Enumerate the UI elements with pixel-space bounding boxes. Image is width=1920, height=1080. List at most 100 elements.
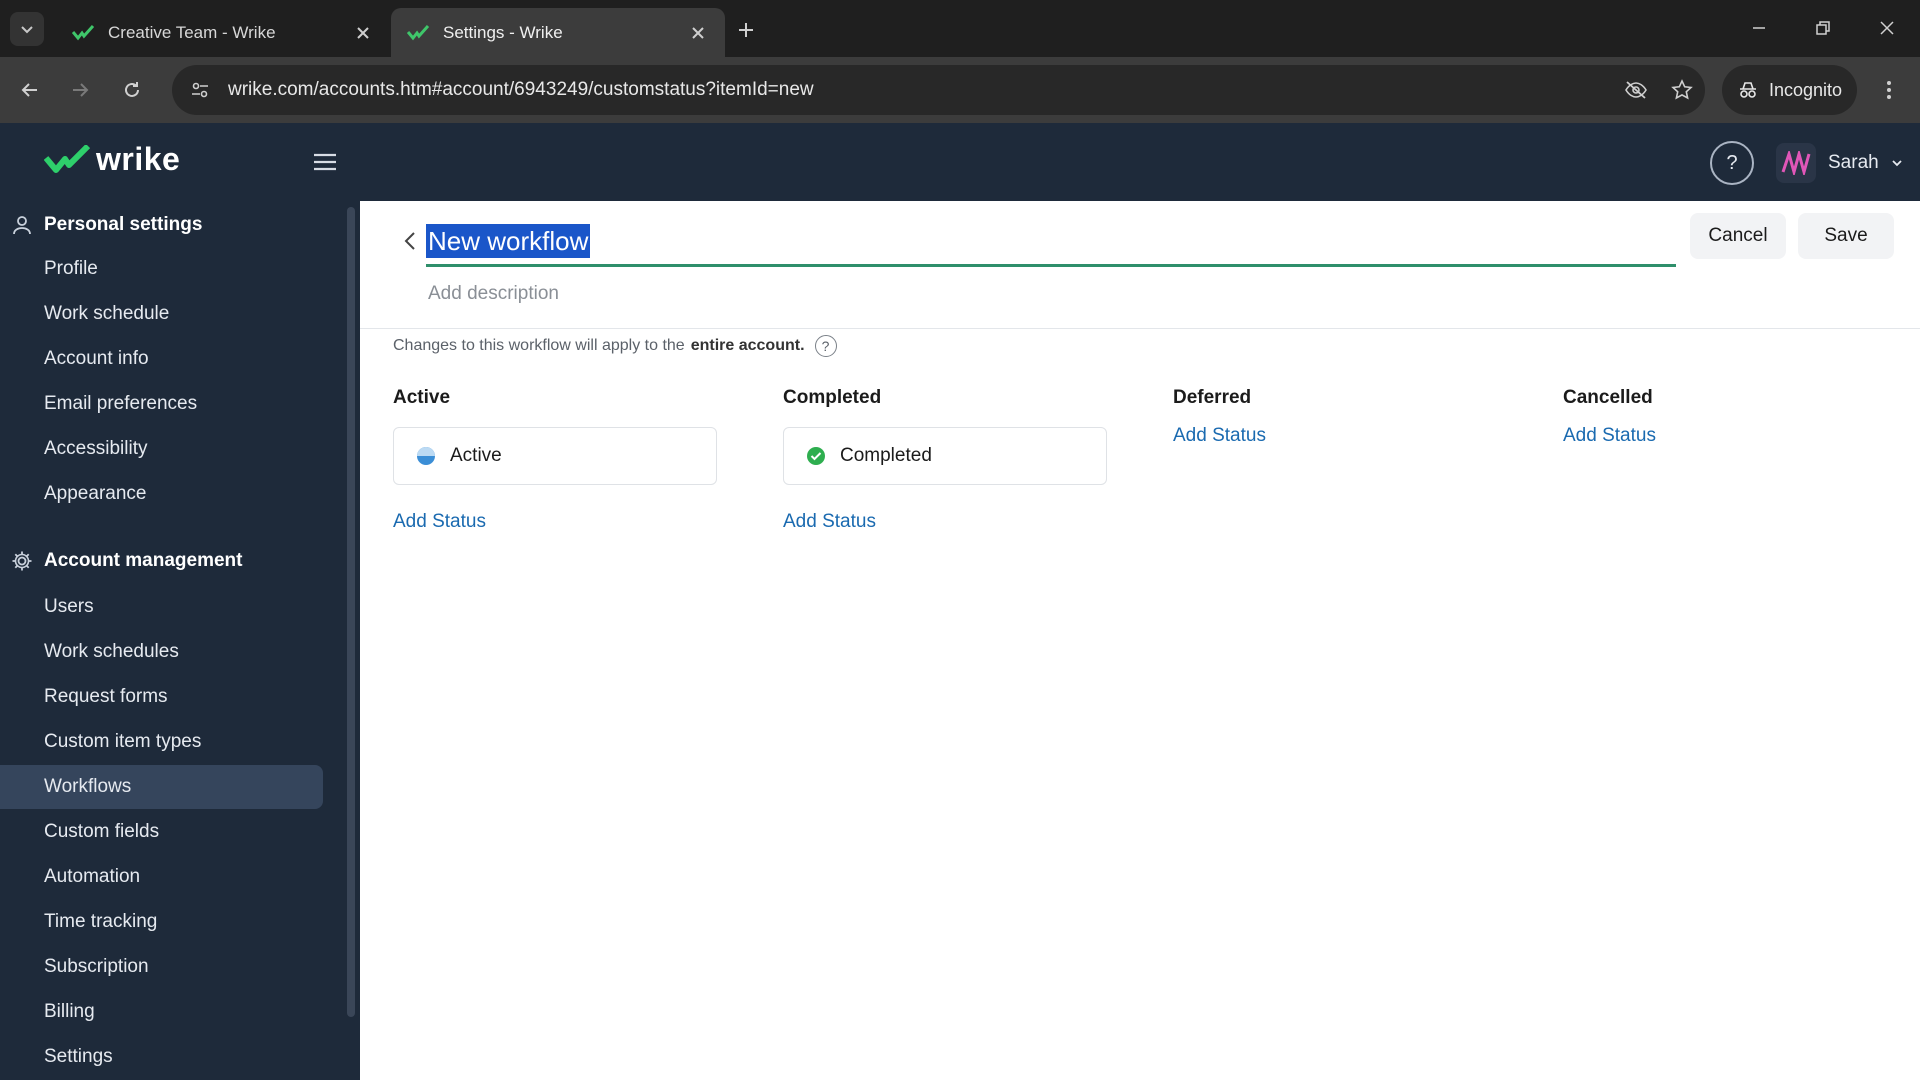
sidebar-item-workflows[interactable]: Workflows — [0, 765, 323, 809]
sidebar-item-label: Profile — [44, 258, 98, 279]
incognito-icon — [1739, 82, 1756, 98]
sidebar-item-appearance[interactable]: Appearance — [0, 472, 323, 516]
user-name: Sarah — [1828, 152, 1879, 173]
status-card-completed[interactable]: Completed — [783, 427, 1107, 485]
browser-menu-button[interactable] — [1872, 73, 1906, 107]
address-bar[interactable]: wrike.com/accounts.htm#account/6943249/c… — [172, 65, 1705, 115]
status-card-active[interactable]: Active — [393, 427, 717, 485]
more-vertical-icon — [1887, 81, 1891, 99]
sidebar-item-label: Workflows — [44, 776, 132, 797]
status-name: Completed — [840, 445, 932, 466]
sidebar-item-work-schedule[interactable]: Work schedule — [0, 292, 323, 336]
help-button[interactable]: ? — [1710, 141, 1754, 185]
sidebar-item-label: Appearance — [44, 483, 147, 504]
sidebar-item-account-info[interactable]: Account info — [0, 337, 323, 381]
star-icon[interactable] — [1659, 79, 1705, 101]
reload-button[interactable] — [114, 72, 150, 108]
incognito-label: Incognito — [1768, 79, 1843, 100]
chevron-down-icon — [21, 26, 33, 34]
sidebar-item-request-forms[interactable]: Request forms — [0, 675, 323, 719]
incognito-indicator[interactable]: Incognito — [1722, 65, 1857, 115]
settings-sidebar: Personal settings Profile Work schedule … — [0, 201, 360, 1080]
site-info-icon[interactable] — [180, 80, 220, 100]
sidebar-item-accessibility[interactable]: Accessibility — [0, 427, 323, 471]
arrow-left-icon — [21, 83, 37, 97]
forward-button[interactable] — [62, 72, 98, 108]
restore-button[interactable] — [1800, 12, 1846, 44]
section-heading-label: Personal settings — [44, 214, 203, 235]
sidebar-toggle-button[interactable] — [308, 147, 342, 177]
check-circle-icon — [807, 447, 825, 465]
sidebar-item-email-preferences[interactable]: Email preferences — [0, 382, 323, 426]
workflow-editor-panel: New workflow Add description Cancel Save… — [360, 201, 1920, 1080]
wrike-favicon-icon — [407, 24, 429, 42]
sidebar-item-custom-item-types[interactable]: Custom item types — [0, 720, 323, 764]
browser-tab-bar: Creative Team - Wrike Settings - Wrike — [0, 0, 1920, 57]
notice-emphasis: entire account. — [690, 337, 805, 354]
close-tab-icon[interactable] — [352, 22, 374, 44]
eye-off-icon[interactable] — [1613, 80, 1659, 100]
add-status-link[interactable]: Add Status — [1173, 425, 1497, 447]
sidebar-item-users[interactable]: Users — [0, 585, 323, 629]
logo-text: wrike — [96, 141, 181, 177]
sidebar-item-automation[interactable]: Automation — [0, 855, 323, 899]
sidebar-item-subscription[interactable]: Subscription — [0, 945, 323, 989]
column-heading: Cancelled — [1563, 387, 1653, 408]
browser-tab-creative-team[interactable]: Creative Team - Wrike — [56, 8, 390, 57]
close-window-button[interactable] — [1864, 12, 1910, 44]
status-column-cancelled: Cancelled Add Status — [1563, 387, 1887, 447]
workflow-title-text[interactable]: New workflow — [426, 223, 591, 258]
add-status-link[interactable]: Add Status — [393, 511, 717, 533]
plus-icon — [739, 23, 753, 37]
minimize-button[interactable] — [1736, 12, 1782, 44]
browser-tab-settings[interactable]: Settings - Wrike — [391, 8, 725, 57]
sidebar-item-custom-fields[interactable]: Custom fields — [0, 810, 323, 854]
close-tab-icon[interactable] — [687, 22, 709, 44]
sidebar-item-profile[interactable]: Profile — [0, 247, 323, 291]
column-heading: Deferred — [1173, 387, 1252, 408]
sidebar-item-label: Settings — [44, 1046, 113, 1067]
sidebar-item-label: Time tracking — [44, 911, 158, 932]
avatar — [1776, 143, 1816, 183]
sidebar-item-label: Custom fields — [44, 821, 160, 842]
sidebar-scrollbar[interactable] — [347, 207, 355, 1017]
cancel-button[interactable]: Cancel — [1690, 213, 1786, 259]
minimize-icon — [1753, 27, 1765, 29]
column-heading: Completed — [783, 387, 882, 408]
add-status-link[interactable]: Add Status — [783, 511, 1107, 533]
restore-icon — [1816, 21, 1830, 35]
column-heading: Active — [393, 387, 451, 408]
sidebar-item-label: Users — [44, 596, 94, 617]
sidebar-item-label: Request forms — [44, 686, 168, 707]
help-circle-icon[interactable]: ? — [814, 335, 837, 357]
description-input[interactable]: Add description — [428, 283, 559, 305]
sidebar-item-label: Billing — [44, 1001, 95, 1022]
wrike-favicon-icon — [72, 24, 94, 42]
status-column-deferred: Deferred Add Status — [1173, 387, 1497, 447]
workflow-title-input[interactable]: New workflow — [426, 217, 1676, 267]
tab-search-button[interactable] — [10, 12, 44, 46]
sidebar-item-time-tracking[interactable]: Time tracking — [0, 900, 323, 944]
app-header: wrike ? Sarah — [0, 123, 1920, 201]
status-column-active: Active Active Add Status — [393, 387, 717, 533]
user-menu[interactable]: Sarah — [1776, 141, 1903, 185]
url-text[interactable]: wrike.com/accounts.htm#account/6943249/c… — [220, 79, 1613, 101]
user-avatar-icon — [1781, 151, 1811, 175]
sidebar-item-label: Accessibility — [44, 438, 148, 459]
new-tab-button[interactable] — [730, 14, 762, 46]
wrike-checkmark-icon — [44, 144, 90, 173]
status-column-completed: Completed Completed Add Status — [783, 387, 1107, 533]
sidebar-item-label: Work schedules — [44, 641, 179, 662]
person-icon — [0, 215, 44, 235]
wrike-logo[interactable]: wrike — [44, 141, 180, 178]
sidebar-item-settings[interactable]: Settings — [0, 1035, 323, 1079]
save-button[interactable]: Save — [1798, 213, 1894, 259]
personal-settings-heading: Personal settings — [0, 207, 202, 243]
add-status-link[interactable]: Add Status — [1563, 425, 1887, 447]
sidebar-item-work-schedules[interactable]: Work schedules — [0, 630, 323, 674]
back-to-workflows-button[interactable] — [392, 223, 428, 259]
sidebar-item-billing[interactable]: Billing — [0, 990, 323, 1034]
help-icon: ? — [1726, 151, 1738, 174]
sidebar-item-label: Subscription — [44, 956, 149, 977]
back-button[interactable] — [12, 72, 48, 108]
